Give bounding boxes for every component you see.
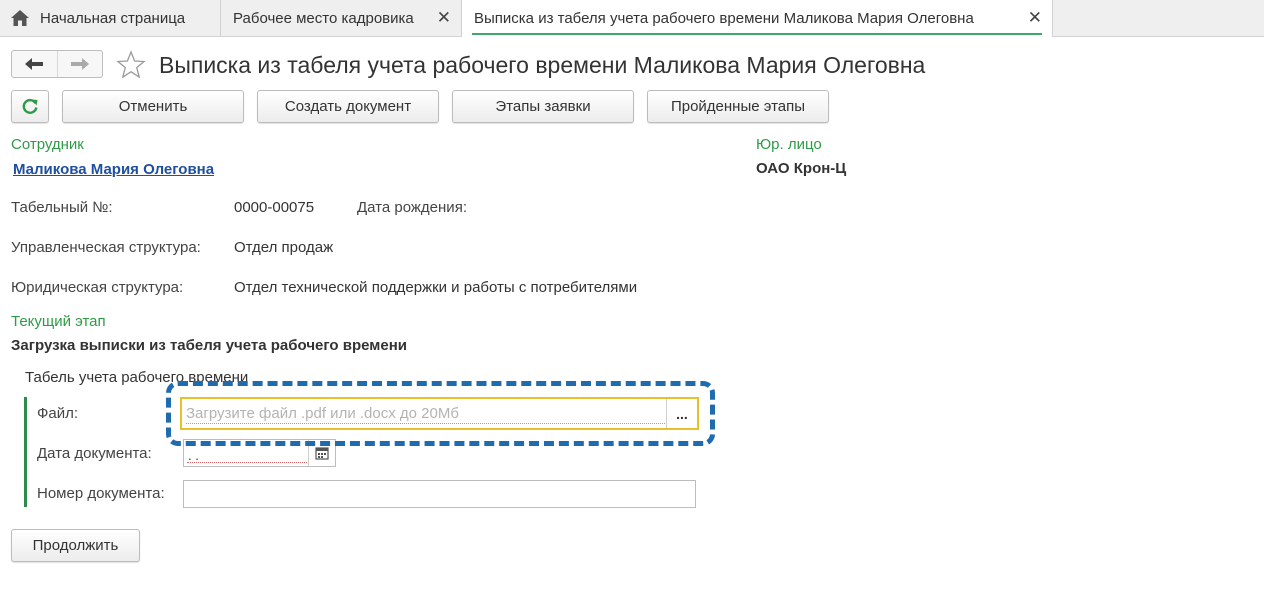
calendar-icon (315, 447, 329, 460)
legal-entity-name: ОАО Крон-Ц (756, 160, 847, 177)
stages-button[interactable]: Этапы заявки (452, 90, 634, 123)
file-label: Файл: (37, 405, 79, 422)
tab-bar: Начальная страница Рабочее место кадрови… (0, 0, 1264, 37)
arrow-left-icon (25, 58, 44, 70)
arrow-right-icon (70, 58, 89, 70)
favorite-star-icon[interactable] (116, 50, 146, 80)
group-indicator-bar (24, 397, 27, 507)
current-stage-header: Текущий этап (11, 313, 106, 330)
tab-timesheet-extract[interactable]: Выписка из табеля учета рабочего времени… (462, 0, 1053, 37)
refresh-button[interactable] (11, 90, 49, 123)
employee-name-link[interactable]: Маликова Мария Олеговна (13, 161, 214, 178)
history-nav (11, 50, 103, 78)
active-tab-indicator (472, 33, 1042, 35)
mgmt-structure-label: Управленческая структура: (11, 239, 201, 256)
legal-structure-label: Юридическая структура: (11, 279, 184, 296)
passed-stages-button[interactable]: Пройденные этапы (647, 90, 829, 123)
continue-button[interactable]: Продолжить (11, 529, 140, 562)
employee-header: Сотрудник (11, 136, 84, 153)
legal-structure-value: Отдел технической поддержки и работы с п… (234, 279, 638, 296)
refresh-icon (22, 98, 38, 114)
doc-number-label: Номер документа: (37, 485, 165, 502)
close-icon[interactable]: ✕ (437, 9, 451, 27)
doc-date-label: Дата документа: (37, 445, 152, 462)
birth-date-label: Дата рождения: (357, 199, 467, 216)
page-title: Выписка из табеля учета рабочего времени… (159, 52, 926, 78)
doc-number-input[interactable] (183, 480, 696, 508)
tab-label: Выписка из табеля учета рабочего времени… (474, 10, 974, 27)
cancel-button[interactable]: Отменить (62, 90, 244, 123)
tab-label: Начальная страница (40, 9, 186, 27)
tab-home[interactable]: Начальная страница (0, 0, 221, 36)
tab-number-label: Табельный №: (11, 199, 113, 216)
doc-date-value: . . (188, 448, 199, 463)
back-button[interactable] (12, 51, 57, 77)
home-icon (11, 10, 29, 26)
tab-hr-workplace[interactable]: Рабочее место кадровика ✕ (221, 0, 462, 36)
file-input-highlight (166, 381, 715, 446)
input-underline (187, 462, 307, 463)
legal-entity-header: Юр. лицо (756, 136, 822, 153)
tab-label: Рабочее место кадровика (233, 9, 414, 27)
forward-button[interactable] (56, 51, 103, 77)
close-icon[interactable]: ✕ (1028, 9, 1042, 27)
tab-number-value: 0000-00075 (234, 199, 315, 216)
mgmt-structure-value: Отдел продаж (234, 239, 334, 256)
create-document-button[interactable]: Создать документ (257, 90, 439, 123)
current-stage-name: Загрузка выписки из табеля учета рабочег… (11, 337, 407, 354)
